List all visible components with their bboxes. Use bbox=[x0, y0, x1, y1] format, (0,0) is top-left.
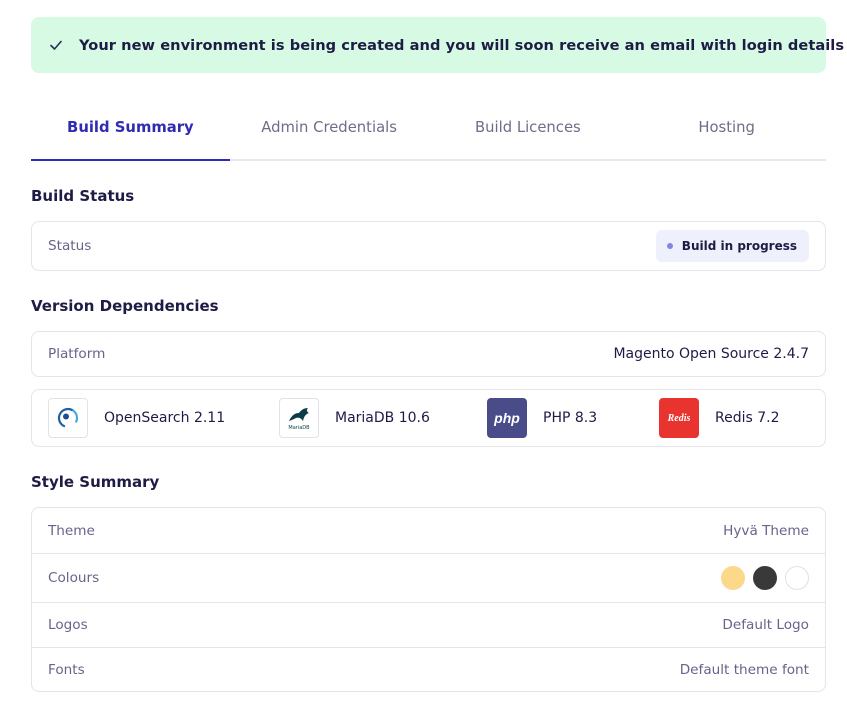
fonts-value: Default theme font bbox=[679, 661, 809, 678]
status-row: Status Build in progress bbox=[32, 222, 825, 270]
colours-label: Colours bbox=[48, 570, 100, 586]
mariadb-logo-text: MariaDB bbox=[288, 424, 310, 431]
status-dot-icon bbox=[666, 243, 673, 249]
dependency-mariadb-name: MariaDB 10.6 bbox=[335, 410, 430, 426]
tab-build-summary[interactable]: Build Summary bbox=[31, 100, 230, 161]
dependency-redis: Redis Redis 7.2 bbox=[659, 398, 780, 438]
theme-label: Theme bbox=[48, 522, 95, 539]
version-dependencies-title: Version Dependencies bbox=[31, 297, 219, 315]
build-status-card: Status Build in progress bbox=[31, 221, 826, 271]
dependencies-card: OpenSearch 2.11 MariaDB MariaDB 10.6 php… bbox=[31, 389, 826, 447]
colour-swatch-dark bbox=[753, 566, 777, 590]
colour-swatch-yellow bbox=[721, 566, 745, 590]
dependency-mariadb: MariaDB MariaDB 10.6 bbox=[279, 398, 487, 438]
tab-build-licences[interactable]: Build Licences bbox=[429, 100, 628, 159]
success-banner: Your new environment is being created an… bbox=[31, 17, 844, 73]
redis-logo-icon: Redis bbox=[659, 398, 699, 438]
dependency-php: php PHP 8.3 bbox=[487, 398, 659, 438]
tab-bar: Build Summary Admin Credentials Build Li… bbox=[31, 100, 826, 161]
dependency-opensearch: OpenSearch 2.11 bbox=[48, 398, 279, 438]
dependencies-list: OpenSearch 2.11 MariaDB MariaDB 10.6 php… bbox=[32, 390, 825, 446]
tab-admin-credentials[interactable]: Admin Credentials bbox=[230, 100, 429, 159]
status-badge: Build in progress bbox=[655, 230, 809, 262]
dependency-opensearch-name: OpenSearch 2.11 bbox=[104, 410, 226, 426]
redis-logo-text: Redis bbox=[667, 412, 691, 424]
style-row-colours: Colours bbox=[32, 553, 825, 602]
platform-label: Platform bbox=[48, 346, 106, 362]
style-row-theme: Theme Hyvä Theme bbox=[32, 508, 825, 553]
status-badge-text: Build in progress bbox=[681, 239, 797, 253]
opensearch-logo-icon bbox=[48, 398, 88, 438]
fonts-label: Fonts bbox=[48, 661, 85, 678]
banner-message: Your new environment is being created an… bbox=[79, 36, 845, 54]
colour-swatches bbox=[713, 566, 809, 590]
tab-hosting[interactable]: Hosting bbox=[627, 100, 826, 159]
platform-card: Platform Magento Open Source 2.4.7 bbox=[31, 331, 826, 377]
build-status-title: Build Status bbox=[31, 187, 135, 205]
php-logo-text: php bbox=[494, 410, 520, 426]
style-summary-title: Style Summary bbox=[31, 473, 160, 491]
status-label: Status bbox=[48, 238, 92, 254]
style-summary-card: Theme Hyvä Theme Colours Logos Default L… bbox=[31, 507, 826, 692]
dependency-redis-name: Redis 7.2 bbox=[715, 410, 780, 426]
logos-value: Default Logo bbox=[722, 617, 809, 633]
mariadb-logo-icon: MariaDB bbox=[279, 398, 319, 438]
page: Your new environment is being created an… bbox=[0, 0, 847, 712]
style-row-fonts: Fonts Default theme font bbox=[32, 647, 825, 691]
colour-swatch-white bbox=[785, 566, 809, 590]
logos-label: Logos bbox=[48, 617, 88, 633]
theme-value: Hyvä Theme bbox=[723, 522, 809, 539]
php-logo-icon: php bbox=[487, 398, 527, 438]
checkmark-icon bbox=[49, 38, 63, 52]
dependency-php-name: PHP 8.3 bbox=[543, 410, 598, 426]
platform-row: Platform Magento Open Source 2.4.7 bbox=[32, 332, 825, 376]
style-row-logos: Logos Default Logo bbox=[32, 602, 825, 647]
platform-value: Magento Open Source 2.4.7 bbox=[613, 346, 809, 362]
